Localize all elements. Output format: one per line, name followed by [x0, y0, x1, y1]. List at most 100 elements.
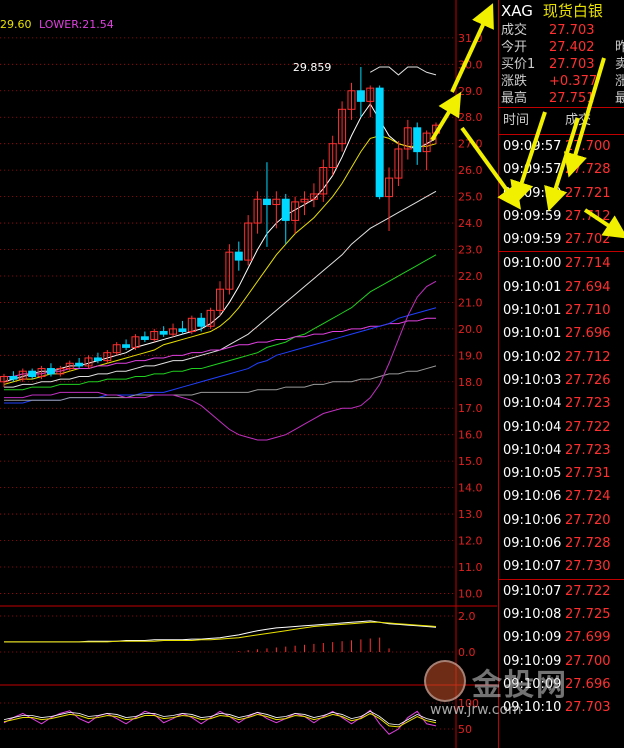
instrument-header[interactable]: XAG 现货白银	[499, 0, 624, 22]
tick-time: 09:10:04	[503, 419, 562, 435]
price-tick-label: 24.0	[458, 217, 483, 230]
quote-value: +0.377	[549, 74, 598, 89]
candle	[356, 90, 365, 102]
ticks-header-time: 时间	[503, 113, 530, 128]
candle	[75, 362, 84, 367]
price-tick-label: 15.0	[458, 455, 483, 468]
price-tick-label: 17.0	[458, 402, 483, 415]
tick-row[interactable]: 09:10:05 27.731	[499, 462, 624, 485]
tick-row[interactable]: 09:10:01 27.696	[499, 322, 624, 345]
macd-tick-label: 0.0	[458, 646, 476, 659]
tick-price: 27.700	[565, 653, 611, 669]
tick-row[interactable]: 09:10:07 27.722	[499, 580, 624, 603]
quote-rows: 成交 27.703 今开 27.402 昨买价1 27.703 卖涨跌 +0.377 涨最高 27…	[499, 22, 624, 107]
legend-upper-value: 29.60	[0, 18, 32, 31]
price-tick-label: 27.0	[458, 138, 483, 151]
tick-row[interactable]: 09:09:59 27.712	[499, 205, 624, 228]
candle	[28, 370, 37, 377]
tick-row[interactable]: 09:10:09 27.700	[499, 650, 624, 673]
tick-row[interactable]: 09:10:06 27.724	[499, 485, 624, 508]
tick-price: 27.712	[565, 349, 611, 365]
tick-row[interactable]: 09:10:07 27.730	[499, 555, 624, 578]
osc-d-line	[3, 712, 437, 728]
tick-row[interactable]: 09:10:06 27.720	[499, 509, 624, 532]
tick-row[interactable]: 09:10:01 27.694	[499, 276, 624, 299]
price-tick-label: 23.0	[458, 244, 483, 257]
tick-row[interactable]: 09:09:57 27.700	[499, 135, 624, 158]
tick-row[interactable]: 09:10:09 27.696	[499, 673, 624, 696]
candle	[413, 127, 422, 153]
instrument-name: 现货白银	[542, 2, 603, 20]
candle	[281, 198, 290, 221]
price-tick-label: 29.0	[458, 85, 483, 98]
tick-row[interactable]: 09:09:59 27.721	[499, 182, 624, 205]
tick-row[interactable]: 09:10:08 27.725	[499, 603, 624, 626]
tick-price: 27.726	[565, 372, 611, 388]
bollinger-upper-line	[370, 66, 437, 76]
tick-row[interactable]: 09:10:06 27.728	[499, 532, 624, 555]
tick-list-group-3[interactable]: 09:10:07 27.722 09:10:08 27.725 09:10:09 27.6…	[499, 580, 624, 720]
tick-row[interactable]: 09:10:01 27.710	[499, 299, 624, 322]
tick-row[interactable]: 09:09:59 27.702	[499, 228, 624, 251]
candle	[159, 331, 168, 335]
tick-time: 09:10:06	[503, 489, 562, 505]
tick-price: 27.728	[565, 536, 611, 552]
tick-row[interactable]: 09:10:00 27.714	[499, 252, 624, 275]
tick-time: 09:10:02	[503, 349, 562, 365]
tick-row[interactable]: 09:10:03 27.726	[499, 369, 624, 392]
tick-time: 09:09:59	[503, 208, 562, 224]
tick-price: 27.723	[565, 396, 611, 412]
tick-time: 09:10:09	[503, 630, 562, 646]
tick-row[interactable]: 09:10:04 27.723	[499, 392, 624, 415]
tick-price: 27.728	[565, 162, 611, 178]
tick-price: 27.721	[565, 185, 611, 201]
price-tick-label: 28.0	[458, 111, 483, 124]
tick-price: 27.722	[565, 419, 611, 435]
ma-line	[3, 103, 437, 383]
candlestick-chart[interactable]: 31.0 30.0 29.0 28.0 27.0 26.0 25.0 24.0 23.0 22.0…	[0, 0, 497, 748]
candle	[375, 87, 384, 198]
tick-list-group-1[interactable]: 09:09:57 27.700 09:09:57 27.728 09:09:59 27.7…	[499, 135, 624, 253]
osc-tick-label: 50	[458, 723, 472, 736]
ma-line	[4, 317, 436, 377]
tick-time: 09:10:08	[503, 606, 562, 622]
tick-row[interactable]: 09:10:10 27.703	[499, 696, 624, 719]
tick-row[interactable]: 09:10:09 27.699	[499, 626, 624, 649]
price-tick-label: 30.0	[458, 58, 483, 71]
candle	[234, 251, 243, 261]
ma-line	[3, 135, 437, 385]
legend-lower-label: LOWER:	[39, 18, 83, 31]
quote-value: 27.402	[549, 40, 595, 55]
candle	[9, 375, 18, 380]
ticks-header: 时间 成交	[499, 108, 624, 134]
quote-label: 涨跌	[501, 74, 528, 89]
candle	[46, 368, 55, 375]
candle	[197, 317, 206, 327]
tick-price: 27.702	[565, 232, 611, 248]
tick-row[interactable]: 09:10:02 27.712	[499, 346, 624, 369]
price-tick-label: 10.0	[458, 587, 483, 600]
quote-label: 成交	[501, 23, 528, 38]
tick-price: 27.724	[565, 489, 611, 505]
quote-value: 27.703	[549, 57, 595, 72]
price-tick-label: 11.0	[458, 561, 483, 574]
quote-label-2: 最	[615, 90, 624, 107]
tick-time: 09:10:07	[503, 583, 562, 599]
tick-list-group-2[interactable]: 09:10:00 27.714 09:10:01 27.694 09:10:01 27.7…	[499, 252, 624, 580]
tick-price: 27.722	[565, 583, 611, 599]
price-tick-label: 25.0	[458, 191, 483, 204]
quote-row: 成交 27.703	[499, 22, 624, 39]
price-tick-label: 21.0	[458, 296, 483, 309]
tick-row[interactable]: 09:09:57 27.728	[499, 158, 624, 181]
tick-price: 27.696	[565, 326, 611, 342]
tick-row[interactable]: 09:10:04 27.723	[499, 439, 624, 462]
tick-row[interactable]: 09:10:04 27.722	[499, 416, 624, 439]
quote-row: 今开 27.402 昨	[499, 39, 624, 56]
max-price-label: 29.859	[293, 61, 332, 74]
tick-price: 27.696	[565, 676, 611, 692]
osc-tick-label: 100	[458, 697, 479, 710]
tick-price: 27.694	[565, 279, 611, 295]
candle	[122, 344, 131, 348]
price-tick-label: 16.0	[458, 429, 483, 442]
quote-label-2: 卖	[615, 56, 624, 73]
